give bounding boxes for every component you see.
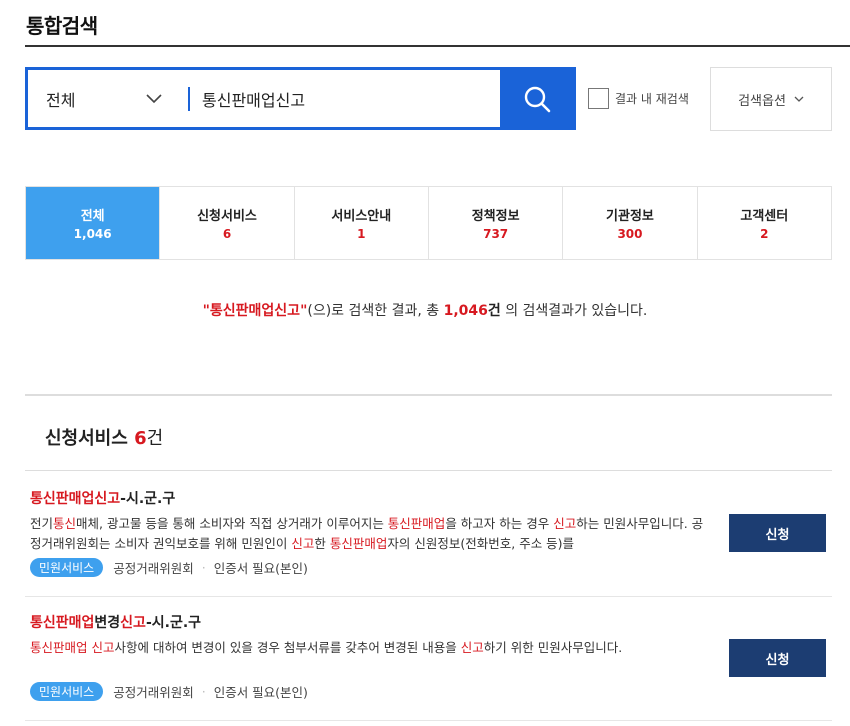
search-button[interactable] xyxy=(500,70,573,127)
search-options-button[interactable]: 검색옵션 xyxy=(710,67,832,131)
tab-label: 고객센터 xyxy=(740,209,789,224)
section-sub-divider xyxy=(25,470,832,471)
tab-label: 전체 xyxy=(80,209,105,224)
title-part: -시.군.구 xyxy=(120,491,176,507)
apply-button[interactable]: 신청 xyxy=(729,514,826,552)
search-icon xyxy=(524,86,550,112)
section-count: 6 xyxy=(134,428,147,449)
tab-count: 737 xyxy=(483,227,509,241)
tab-all[interactable]: 전체 1,046 xyxy=(26,187,160,259)
meta-separator: · xyxy=(201,684,206,699)
desc-part: 통신판매업 신고 xyxy=(30,640,115,655)
apply-button[interactable]: 신청 xyxy=(729,639,826,677)
tab-label: 서비스안내 xyxy=(331,209,392,224)
cert-requirement: 인증서 필요(본인) xyxy=(213,685,308,700)
title-part: 신고 xyxy=(120,615,146,631)
desc-part: 하기 위한 민원사무입니다. xyxy=(483,640,623,655)
chevron-down-icon xyxy=(146,93,162,103)
result-item: 통신판매업신고-시.군.구 전기통신매체, 광고물 등을 통해 소비자와 직접 … xyxy=(30,488,832,577)
desc-part: 전기 xyxy=(30,516,54,531)
search-input[interactable] xyxy=(202,89,482,108)
title-part: 통신판매업신고 xyxy=(30,491,121,507)
result-divider xyxy=(25,596,832,597)
section-title: 신청서비스 6건 xyxy=(45,424,163,450)
tab-count: 1,046 xyxy=(73,227,112,241)
title-part: -시.군.구 xyxy=(145,615,202,631)
search-options-label: 검색옵션 xyxy=(738,93,786,109)
research-label: 결과 내 재검색 xyxy=(615,92,689,106)
result-meta: 민원서비스 공정거래위원회 · 인증서 필요(본인) xyxy=(30,558,832,577)
category-badge[interactable]: 민원서비스 xyxy=(30,558,104,577)
tab-agency-info[interactable]: 기관정보 300 xyxy=(562,187,697,259)
tab-customer-center[interactable]: 고객센터 2 xyxy=(696,187,831,259)
title-divider xyxy=(25,45,850,47)
tab-label: 신청서비스 xyxy=(197,209,257,224)
tab-count: 1 xyxy=(357,227,366,241)
title-part: 변경 xyxy=(94,615,121,631)
search-scope-select[interactable]: 전체 xyxy=(28,70,188,127)
desc-part: 한 xyxy=(314,536,330,551)
tab-service-guide[interactable]: 서비스안내 1 xyxy=(293,187,428,259)
result-item: 통신판매업변경신고-시.군.구 통신판매업 신고사항에 대하여 변경이 있을 경… xyxy=(30,612,832,701)
desc-part: 자의 신원정보(전화번호, 주소 등)를 xyxy=(387,536,575,551)
category-tabs: 전체 1,046 신청서비스 6 서비스안내 1 정책정보 737 기관정보 3… xyxy=(25,186,832,260)
section-title-label: 신청서비스 xyxy=(45,428,128,449)
page-title: 통합검색 xyxy=(26,14,98,38)
summary-total: 1,046 xyxy=(443,303,488,319)
cert-requirement: 인증서 필요(본인) xyxy=(213,561,308,576)
text-cursor xyxy=(188,86,190,111)
summary-text: (으)로 검색한 결과, 총 xyxy=(307,303,444,319)
section-divider xyxy=(25,394,832,396)
desc-part: 통신판매업 xyxy=(329,536,388,551)
research-toggle[interactable]: 결과 내 재검색 xyxy=(588,88,689,109)
meta-separator: · xyxy=(201,560,206,575)
desc-part: 사항에 대하여 변경이 있을 경우 첨부서류를 갖추어 변경된 내용을 xyxy=(114,640,461,655)
summary-keyword: "통신판매업신고" xyxy=(202,303,308,319)
desc-part: 통신 xyxy=(53,516,77,531)
search-box: 전체 xyxy=(25,67,576,130)
research-checkbox[interactable] xyxy=(588,88,609,109)
tab-label: 정책정보 xyxy=(471,209,520,224)
result-divider xyxy=(25,720,832,721)
tab-application-services[interactable]: 신청서비스 6 xyxy=(159,187,294,259)
desc-part: 신고 xyxy=(553,516,577,531)
desc-part: 신고 xyxy=(291,536,315,551)
summary-text-end: 의 검색결과가 있습니다. xyxy=(500,303,648,319)
desc-part: 통신판매업 xyxy=(387,516,446,531)
title-part: 통신판매업 xyxy=(30,615,95,631)
result-description: 통신판매업 신고사항에 대하여 변경이 있을 경우 첨부서류를 갖추어 변경된 … xyxy=(30,638,730,678)
agency-name: 공정거래위원회 xyxy=(113,685,194,700)
summary-unit: 건 xyxy=(487,303,501,319)
result-meta: 민원서비스 공정거래위원회 · 인증서 필요(본인) xyxy=(30,682,832,701)
agency-name: 공정거래위원회 xyxy=(113,561,194,576)
category-badge[interactable]: 민원서비스 xyxy=(30,682,104,701)
result-title[interactable]: 통신판매업신고-시.군.구 xyxy=(30,488,832,508)
tab-count: 2 xyxy=(760,227,769,241)
search-scope-label: 전체 xyxy=(46,90,76,110)
desc-part: 을 하고자 하는 경우 xyxy=(445,516,554,531)
result-summary: "통신판매업신고"(으)로 검색한 결과, 총 1,046건 의 검색결과가 있… xyxy=(0,300,850,320)
result-title[interactable]: 통신판매업변경신고-시.군.구 xyxy=(30,612,832,632)
desc-part: 신고 xyxy=(460,640,484,655)
chevron-down-icon xyxy=(794,96,804,102)
tab-policy-info[interactable]: 정책정보 737 xyxy=(427,187,563,259)
tab-count: 6 xyxy=(222,227,232,241)
tab-count: 300 xyxy=(617,227,643,241)
desc-part: 매체, 광고물 등을 통해 소비자와 직접 상거래가 이루어지는 xyxy=(76,516,388,531)
result-description: 전기통신매체, 광고물 등을 통해 소비자와 직접 상거래가 이루어지는 통신판… xyxy=(30,514,710,554)
section-unit: 건 xyxy=(146,428,164,449)
tab-label: 기관정보 xyxy=(606,209,654,224)
